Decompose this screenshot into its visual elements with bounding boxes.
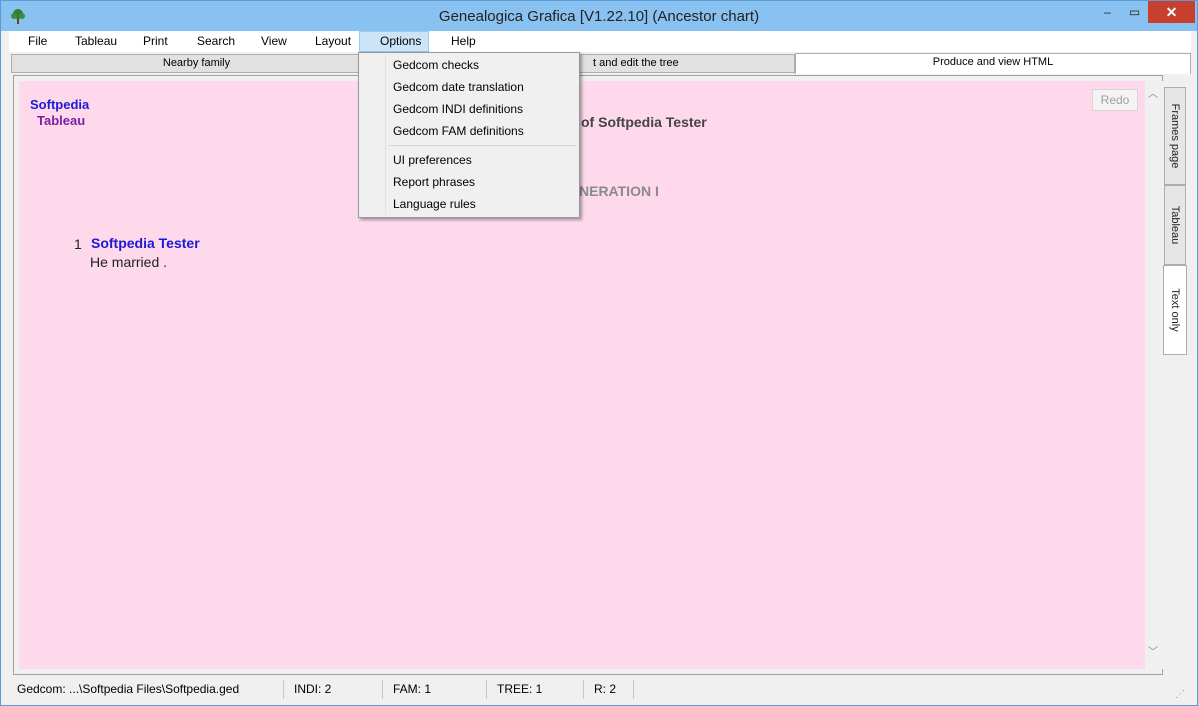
side-tab-label: Frames page <box>1169 103 1181 169</box>
menu-bar: File Tableau Print Search View Layout Op… <box>9 31 1191 52</box>
status-r-count: R: 2 <box>586 680 634 699</box>
menu-item-report-phrases[interactable]: Report phrases <box>393 175 475 189</box>
size-grip-icon[interactable]: ⋰ <box>1175 689 1187 701</box>
menu-item-gedcom-fam-definitions[interactable]: Gedcom FAM definitions <box>393 124 524 138</box>
person-name-link[interactable]: Softpedia Tester <box>91 235 200 251</box>
chevron-up-icon[interactable]: ︿ <box>1148 85 1158 100</box>
status-bar: Gedcom: ...\Softpedia Files\Softpedia.ge… <box>9 679 1191 701</box>
status-fam-count: FAM: 1 <box>385 680 487 699</box>
menu-item-gedcom-checks[interactable]: Gedcom checks <box>393 58 479 72</box>
tab-produce-html[interactable]: Produce and view HTML <box>795 53 1191 74</box>
menu-item-gedcom-date-translation[interactable]: Gedcom date translation <box>393 80 524 94</box>
menu-gutter <box>385 55 386 215</box>
side-tab-text-only[interactable]: Text only <box>1163 265 1187 355</box>
redo-button[interactable]: Redo <box>1092 89 1138 111</box>
side-tab-label: Tableau <box>1169 205 1181 245</box>
close-button[interactable]: ✕ <box>1148 1 1195 23</box>
html-preview <box>19 81 1145 669</box>
generation-heading: NERATION I <box>579 183 659 199</box>
options-dropdown: Gedcom checks Gedcom date translation Ge… <box>358 52 580 218</box>
menu-search[interactable]: Search <box>197 31 235 52</box>
menu-print[interactable]: Print <box>143 31 168 52</box>
chevron-down-icon[interactable]: ﹀ <box>1148 643 1158 658</box>
corner-link-tableau[interactable]: Tableau <box>37 113 85 128</box>
window-title: Genealogica Grafica [V1.22.10] (Ancestor… <box>438 8 760 25</box>
vertical-scrollbar[interactable]: ︿ ﹀ <box>1145 81 1163 669</box>
menu-tableau[interactable]: Tableau <box>75 31 117 52</box>
app-window: Genealogica Grafica [V1.22.10] (Ancestor… <box>0 0 1198 706</box>
tab-nearby-family[interactable]: Nearby family <box>11 54 382 73</box>
menu-item-gedcom-indi-definitions[interactable]: Gedcom INDI definitions <box>393 102 523 116</box>
status-gedcom-path: Gedcom: ...\Softpedia Files\Softpedia.ge… <box>9 680 284 699</box>
corner-link-softpedia[interactable]: Softpedia <box>30 97 89 112</box>
maximize-button[interactable]: ▭ <box>1121 1 1148 23</box>
page-heading: of Softpedia Tester <box>581 114 707 130</box>
title-bar: Genealogica Grafica [V1.22.10] (Ancestor… <box>1 1 1197 31</box>
menu-options[interactable]: Options <box>359 31 429 52</box>
menu-item-ui-preferences[interactable]: UI preferences <box>393 153 472 167</box>
view-tabs: Nearby family t and edit the tree Produc… <box>9 53 1191 75</box>
menu-layout[interactable]: Layout <box>315 31 351 52</box>
menu-help[interactable]: Help <box>451 31 476 52</box>
side-tab-tableau[interactable]: Tableau <box>1164 185 1186 265</box>
menu-view[interactable]: View <box>261 31 287 52</box>
minimize-button[interactable]: – <box>1094 1 1121 23</box>
person-note: He married . <box>90 254 168 270</box>
status-tree-count: TREE: 1 <box>489 680 584 699</box>
status-indi-count: INDI: 2 <box>286 680 383 699</box>
menu-item-language-rules[interactable]: Language rules <box>393 197 476 211</box>
menu-file[interactable]: File <box>28 31 47 52</box>
side-tab-frames-page[interactable]: Frames page <box>1164 87 1186 185</box>
menu-separator <box>389 145 577 146</box>
side-tab-label: Text only <box>1169 288 1181 332</box>
person-number: 1 <box>74 236 82 252</box>
